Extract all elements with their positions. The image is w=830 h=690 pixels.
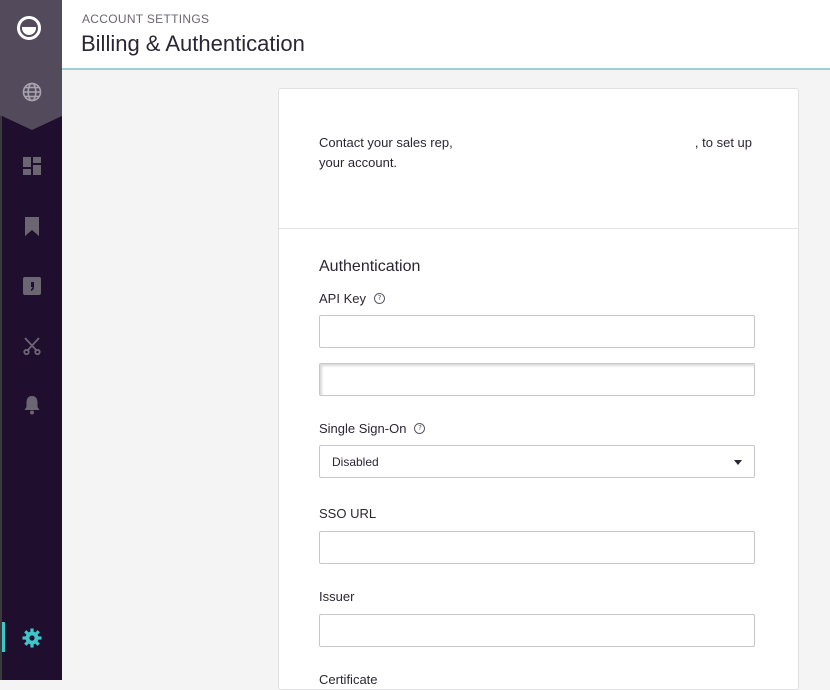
- settings-card: Contact your sales rep, , to set up your…: [278, 88, 799, 690]
- sso-url-label-text: SSO URL: [319, 506, 377, 521]
- page-title: Billing & Authentication: [81, 31, 305, 56]
- sidebar: [0, 0, 62, 680]
- api-key-input[interactable]: [319, 315, 755, 348]
- logo-zone: [0, 0, 62, 130]
- dashboard-icon[interactable]: [21, 155, 43, 177]
- bell-icon[interactable]: [21, 394, 43, 416]
- app-logo-icon[interactable]: [17, 16, 41, 40]
- gear-icon[interactable]: [21, 627, 43, 649]
- contact-text-start: Contact your sales rep,: [319, 135, 457, 150]
- sso-label: Single Sign-On ?: [319, 421, 426, 436]
- api-key-secondary-input[interactable]: [319, 363, 755, 396]
- sso-url-label: SSO URL: [319, 506, 376, 521]
- bookmark-icon[interactable]: [21, 215, 43, 237]
- section-divider: [279, 228, 798, 229]
- api-key-label-text: API Key: [319, 291, 366, 306]
- sso-help-icon[interactable]: ?: [414, 423, 426, 434]
- sso-selected-value: Disabled: [332, 454, 379, 469]
- sso-label-text: Single Sign-On: [319, 421, 407, 436]
- issuer-label-text: Issuer: [319, 589, 355, 604]
- scissors-icon[interactable]: [21, 335, 43, 357]
- issuer-input[interactable]: [319, 614, 755, 647]
- issuer-label: Issuer: [319, 589, 354, 604]
- sso-select[interactable]: Disabled: [319, 445, 755, 478]
- authentication-heading: Authentication: [319, 258, 421, 275]
- globe-icon[interactable]: [21, 81, 43, 103]
- sso-url-input[interactable]: [319, 531, 755, 564]
- quote-icon[interactable]: [21, 275, 43, 297]
- api-key-help-icon[interactable]: ?: [373, 293, 385, 304]
- contact-sales-text: Contact your sales rep, , to set up your…: [319, 133, 759, 173]
- page-header: ACCOUNT SETTINGS Billing & Authenticatio…: [62, 0, 830, 70]
- breadcrumb[interactable]: ACCOUNT SETTINGS: [82, 12, 209, 26]
- api-key-label: API Key ?: [319, 291, 385, 306]
- chevron-down-icon: [734, 460, 742, 465]
- active-indicator: [2, 622, 5, 652]
